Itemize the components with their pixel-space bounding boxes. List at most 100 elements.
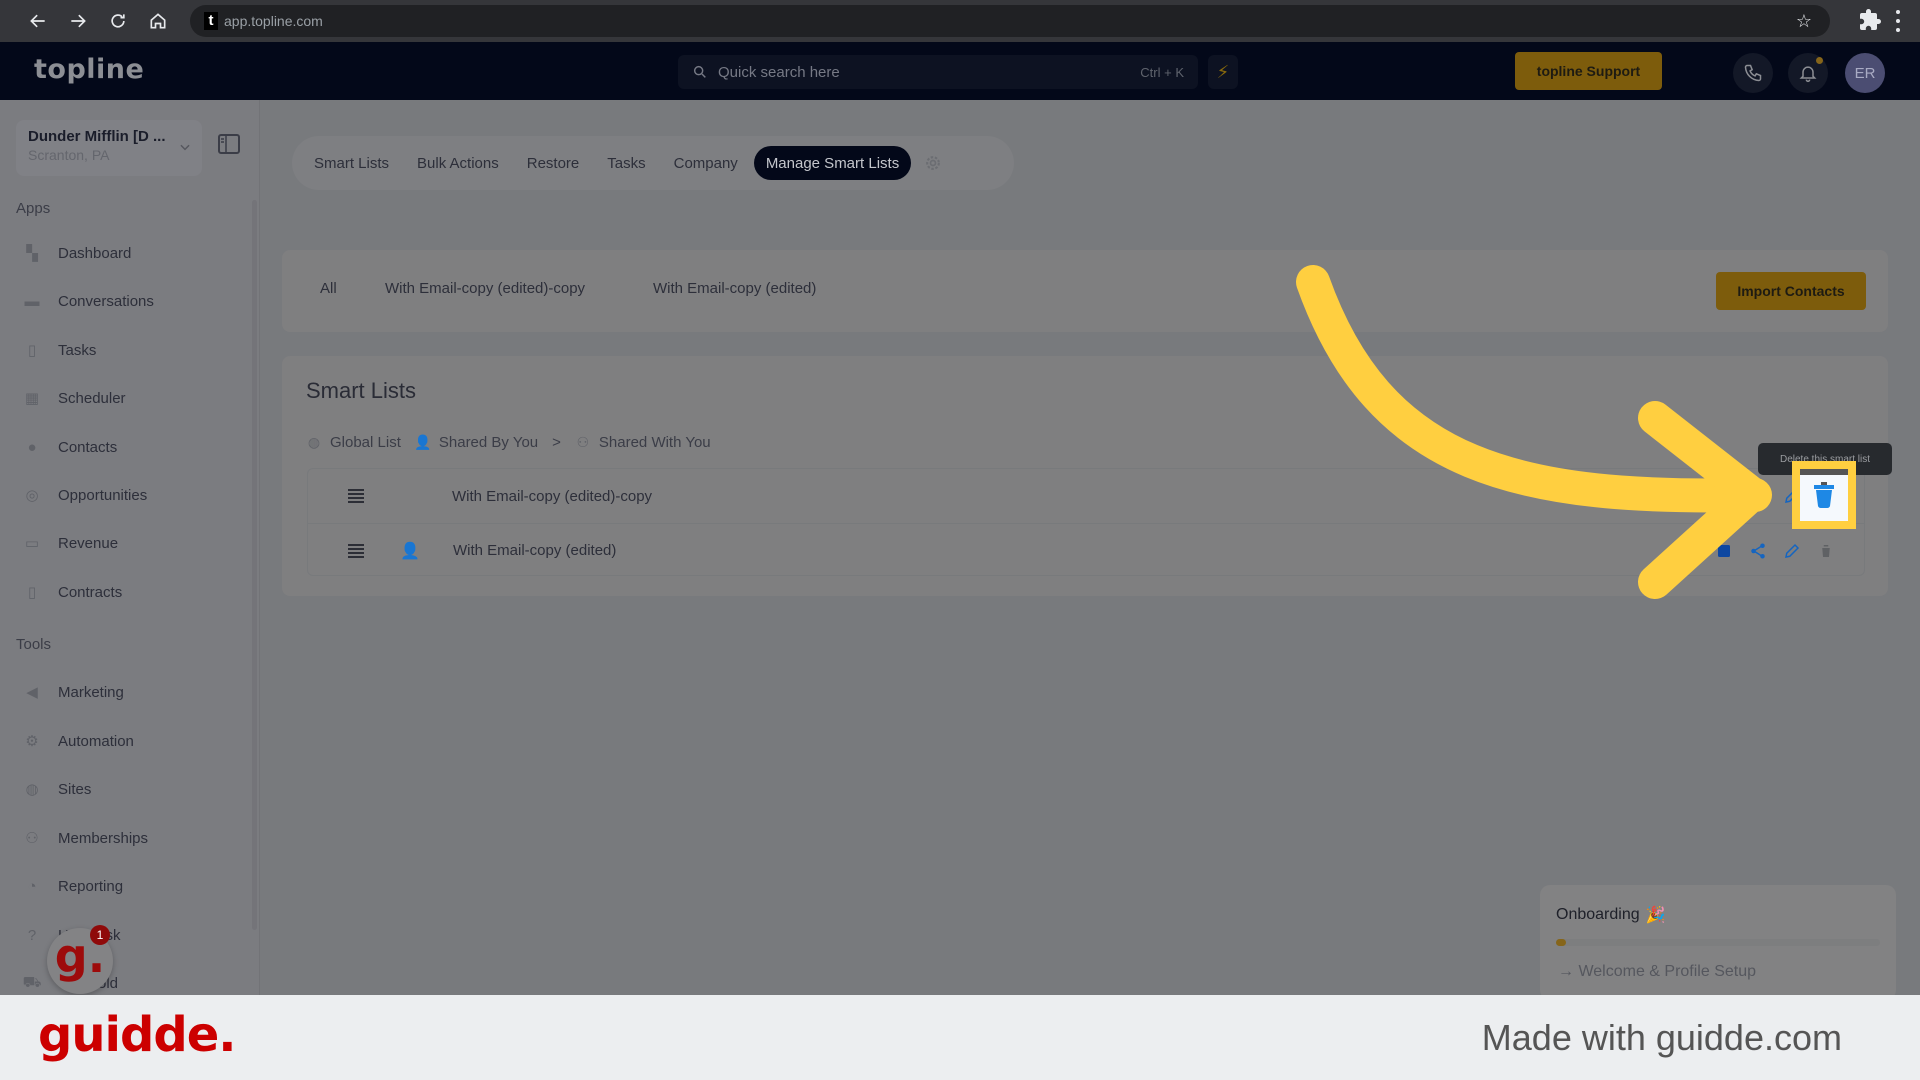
sidebar-scrollbar[interactable] [252,200,257,930]
sidebar-item-label: Conversations [58,292,154,310]
import-contacts-button[interactable]: Import Contacts [1716,272,1866,310]
panel-title: Smart Lists [306,378,417,403]
chevron-down-icon [180,144,190,151]
table-row: 👤 With Email-copy (edited) [308,523,1864,577]
delete-button[interactable] [1816,541,1836,561]
members-icon: ⚇ [25,830,39,847]
search-shortcut-hint: Ctrl + K [1140,64,1184,80]
bell-icon [1799,66,1817,83]
calendar-icon: ▦ [24,390,40,407]
lightning-icon: ⚡ [1216,61,1230,82]
share-button[interactable] [1748,486,1768,506]
app-header: topline Quick search here Ctrl + K ⚡ top… [0,42,1920,100]
tooltip-pointer [1800,469,1848,475]
home-icon [150,13,166,29]
sidebar-item-label: Revenue [58,534,119,552]
tab-company[interactable]: Company [662,146,750,180]
back-button[interactable] [18,0,58,42]
row-actions [1714,541,1836,561]
copy-icon [1718,544,1730,557]
address-bar[interactable]: t app.topline.com ☆ [190,5,1830,37]
legend-shared-with-you: ⚇ Shared With You [575,434,711,451]
tab-manage-smart-lists[interactable]: Manage Smart Lists [753,146,912,180]
highlighted-delete-button[interactable] [1792,461,1856,529]
target-icon: ◎ [25,487,39,504]
sidebar-item-label: Reporting [58,877,124,895]
quick-search-input[interactable]: Quick search here Ctrl + K [678,55,1198,89]
account-switcher[interactable]: Dunder Mifflin [D ... Scranton, PA [16,120,202,176]
onboarding-step-link[interactable]: → Welcome & Profile Setup [1558,963,1756,981]
edit-button[interactable] [1782,541,1802,561]
browser-toolbar: t app.topline.com ☆ [0,0,1920,42]
search-icon [693,65,706,78]
filter-tab-all[interactable]: All [320,280,337,297]
support-button[interactable]: topline Support [1515,52,1662,90]
forward-button[interactable] [58,0,98,42]
drag-handle-icon[interactable] [348,489,364,503]
sidebar-item-sites[interactable]: ◍ Sites [22,776,91,802]
onboarding-progress-bar [1556,939,1880,946]
account-location: Scranton, PA [28,147,110,163]
filter-tab-list-copy[interactable]: With Email-copy (edited)-copy [385,280,585,297]
search-placeholder: Quick search here [718,63,840,81]
gear-icon[interactable] [923,153,943,173]
share-button[interactable] [1748,541,1768,561]
sidebar-item-label: Marketing [58,683,124,701]
globe-icon: ◍ [25,781,39,798]
document-icon: ▯ [27,584,37,601]
sidebar-item-scheduler[interactable]: ▦ Scheduler [22,385,126,411]
tab-tasks[interactable]: Tasks [595,146,657,180]
user-avatar[interactable]: ER [1845,53,1885,93]
tab-bulk-actions[interactable]: Bulk Actions [405,146,511,180]
list-type-legend: ◍ Global List 👤 Shared By You > ⚇ Shared… [306,434,725,451]
reload-button[interactable] [98,0,138,42]
sidebar-item-label: Automation [58,732,134,750]
sidebar-item-automation[interactable]: ⚙ Automation [22,728,134,754]
chat-icon: ▬ [24,292,40,310]
legend-label: Shared By You [438,434,539,451]
shared-by-you-icon: 👤 [400,542,420,560]
sidebar-item-revenue[interactable]: ▭ Revenue [22,530,118,556]
sidebar-item-dashboard[interactable]: ▚ Dashboard [22,240,131,266]
sidebar-item-label: Opportunities [58,486,148,504]
notifications-button[interactable] [1788,53,1828,93]
sidebar-item-reporting[interactable]: ◔ Reporting [22,873,123,899]
task-icon: ▯ [27,342,37,359]
tab-smart-lists[interactable]: Smart Lists [302,146,401,180]
sidebar-item-label: Tasks [58,341,97,359]
arrow-right-icon: → [1558,963,1579,980]
arrow-left-icon [30,14,45,28]
list-name[interactable]: With Email-copy (edited)-copy [452,488,652,505]
sidebar-item-label: Dashboard [58,244,132,262]
tab-restore[interactable]: Restore [515,146,592,180]
collapse-sidebar-icon[interactable] [217,133,241,155]
browser-menu-icon[interactable] [1895,10,1901,32]
extensions-puzzle-icon[interactable] [1858,8,1882,32]
sidebar-item-marketing[interactable]: ◀ Marketing [22,679,124,705]
help-icon: ? [27,926,37,944]
app-logo[interactable]: topline [34,54,144,85]
sidebar-item-conversations[interactable]: ▬ Conversations [22,288,154,314]
sidebar: Dunder Mifflin [D ... Scranton, PA Apps … [0,100,260,995]
bookmark-star-icon[interactable]: ☆ [1796,11,1812,32]
arrow-right-icon [71,14,86,28]
url-text: app.topline.com [224,13,323,29]
sidebar-item-tasks[interactable]: ▯ Tasks [22,337,96,363]
onboarding-step-label: Welcome & Profile Setup [1578,963,1757,980]
phone-button[interactable] [1733,53,1773,93]
onboarding-title: Onboarding 🎉 [1556,905,1880,925]
user-plus-icon: 👤 [414,434,432,450]
filter-tab-list-edited[interactable]: With Email-copy (edited) [653,280,816,297]
home-button[interactable] [138,0,178,42]
sidebar-item-memberships[interactable]: ⚇ Memberships [22,825,148,851]
sidebar-item-opportunities[interactable]: ◎ Opportunities [22,482,147,508]
drag-handle-icon[interactable] [348,543,364,558]
reload-icon [111,14,125,28]
quick-action-button[interactable]: ⚡ [1208,55,1238,89]
list-name[interactable]: With Email-copy (edited) [453,542,616,559]
copy-button[interactable] [1714,541,1734,561]
onboarding-widget[interactable]: Onboarding 🎉 → Welcome & Profile Setup [1540,885,1896,1000]
sidebar-item-contracts[interactable]: ▯ Contracts [22,579,122,605]
smart-list-filter-bar: All With Email-copy (edited)-copy With E… [282,250,1888,332]
sidebar-item-contacts[interactable]: ● Contacts [22,434,117,460]
